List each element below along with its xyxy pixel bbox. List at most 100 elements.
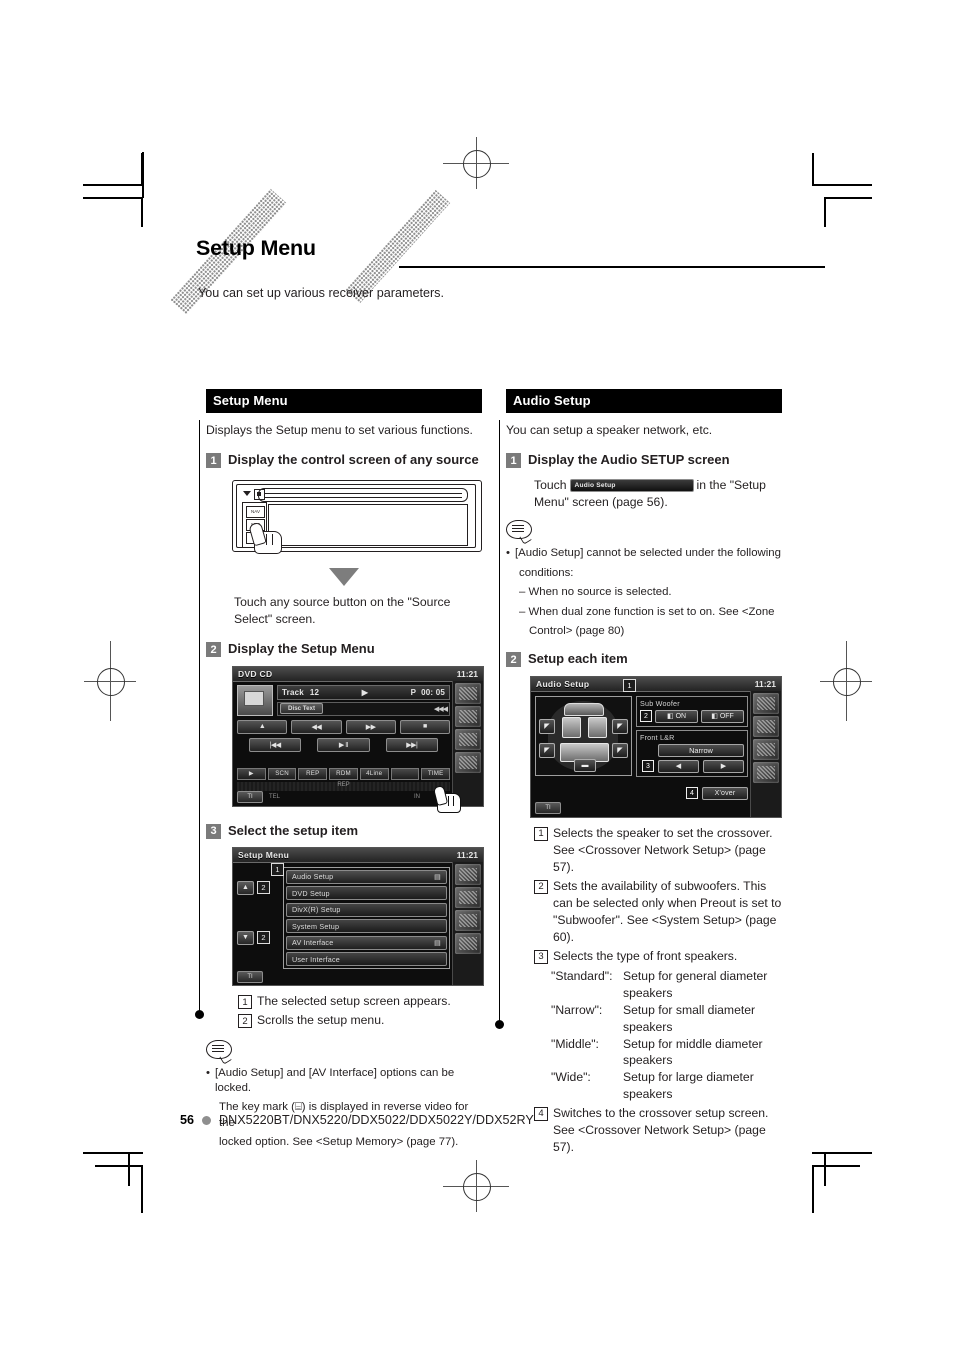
setup-item-system-setup[interactable]: System Setup [286,919,447,934]
note-text-line1: [Audio Setup] cannot be selected under t… [515,547,781,560]
callout-marker-3: 3 [642,760,654,773]
front-speaker-value: Narrow [658,743,744,757]
crop-mark-br-v2 [812,1165,814,1213]
speaker-type-name: "Standard": [551,969,613,984]
setup-item-label: Audio Setup [292,872,334,882]
subwoofer-on-button[interactable]: ◧ ON [655,709,698,723]
front-right-speaker-button[interactable]: ◤ [612,718,628,734]
ti-button[interactable]: TI [237,970,263,983]
receiver-faceplate-illustration: NAV SRC [232,478,482,556]
touch-prefix: Touch [534,477,567,492]
setup-menu-layout: ▲ 2 ▼ 2 1 Audio Setup ▤ DVD Setup DivX(R… [237,862,450,970]
footer-dot-icon [202,1115,212,1125]
callout-text: The selected setup screen appears. [257,994,451,1009]
callout-row-3: 3 Selects the type of front speakers. [534,948,782,965]
callout-text: Selects the type of front speakers. [553,949,738,964]
subwoofer-toggle-row: 2 ◧ ON ◧ OFF [640,709,744,723]
speaker-type-row: "Standard": Setup for general diameter [551,968,782,985]
dvd-status-row: REP [237,781,450,791]
setup-item-divx-setup[interactable]: DivX(R) Setup [286,902,447,917]
func-key-play[interactable]: ▶ [237,767,266,780]
disc-text-button[interactable]: Disc Text [280,703,324,715]
func-key-4line[interactable]: 4Line [359,767,389,780]
crop-mark-tr-h1 [812,184,872,186]
rear-right-speaker-button[interactable]: ◤ [612,742,628,758]
elapsed-time: 00: 05 [421,687,445,697]
audio-step-2-heading: 2 Setup each item [506,651,782,668]
registration-mark-right [820,641,872,721]
step-number: 3 [206,823,221,839]
ti-button[interactable]: TI [237,791,263,804]
xover-row: 4 X'over [636,786,748,800]
setup-item-dvd-setup[interactable]: DVD Setup [286,886,447,901]
speaker-type-desc: Setup for large diameter [623,1070,754,1085]
setup-menu-bottom-bar: TI [237,970,450,983]
rear-left-speaker-button[interactable]: ◤ [539,742,555,758]
dvd-cd-screen-mockup: DVD CD 11:21 Track 12 ▶ P 00: 05 Disc Te… [232,665,484,813]
step-label: Select the setup item [228,822,359,838]
dvd-thumbnail[interactable] [237,684,273,716]
callout-line: can be selected only when Preout is set … [553,895,782,910]
dvd-top-row: Track 12 ▶ P 00: 05 Disc Text ◀◀◀ [237,684,450,716]
audio-setup-pill-button[interactable]: Audio Setup [569,479,694,492]
flow-arrow-head [329,567,359,586]
ti-button[interactable]: TI [535,802,561,815]
track-number: 12 [309,687,320,697]
setup-item-label: DVD Setup [292,888,330,898]
faceplate-button-nav: NAV [246,505,265,518]
func-key-blank[interactable] [390,767,420,780]
func-key-random[interactable]: RDM [329,767,358,780]
callout-text: Sets the availability of subwoofers. Thi… [553,878,782,946]
speaker-type-desc: Setup for general diameter [623,969,768,984]
pointing-hand-cursor-icon [432,784,461,813]
off-label: OFF [719,712,734,720]
rewind-key[interactable]: ◀◀ [291,719,342,734]
play-pause-key[interactable]: ▶ II [317,737,370,752]
touch-mid: in the "Setup [696,477,766,492]
note-bullet: • [506,547,510,560]
eject-key[interactable]: ▲ [237,719,288,734]
dvd-spacer [237,752,450,766]
front-left-speaker-button[interactable]: ◤ [539,718,555,734]
crop-mark-tr-h2 [824,197,872,199]
crop-mark-bl-h1 [83,1152,143,1154]
note-subitem: – When no source is selected. [519,585,782,600]
setup-item-user-interface[interactable]: User Interface [286,952,447,967]
left-note-block: • [Audio Setup] and [AV Interface] optio… [206,1039,482,1151]
left-column: Setup Menu Displays the Setup menu to se… [206,389,484,1151]
crop-mark-br-h2 [812,1165,860,1167]
dvd-info: Track 12 ▶ P 00: 05 Disc Text ◀◀◀ [277,684,450,716]
setup-item-av-interface[interactable]: AV Interface ▤ [286,935,447,950]
dvd-key-row-1: ▲ ◀◀ ▶▶ ■ [237,719,450,734]
section-title-setup-menu: Setup Menu [206,389,482,413]
subwoofer-off-button[interactable]: ◧ OFF [701,709,744,723]
func-key-scan[interactable]: SCN [267,767,297,780]
next-track-key[interactable]: ▶▶| [385,737,438,752]
in-indicator: IN [414,794,420,801]
note-text-line3: locked option. See <Setup Memory> (page … [219,1136,459,1149]
audio-setup-layout: ◤ ◤ ◤ ◤ ▬ Sub Woofer 2 ◧ ON ◧ OFF Front … [535,695,748,800]
front-left-seat [562,716,581,738]
previous-track-key[interactable]: |◀◀ [249,737,302,752]
step-label: Display the control screen of any source [228,452,479,468]
fastforward-key[interactable]: ▶▶ [345,719,396,734]
front-speaker-prev-button[interactable]: ◀ [658,759,699,773]
registration-mark-bottom [443,1160,509,1212]
subwoofer-button[interactable]: ▬ [574,758,596,772]
setup-item-audio-setup[interactable]: Audio Setup ▤ [286,869,447,884]
callout-row-2: 2 Sets the availability of subwoofers. T… [534,878,782,946]
setup-menu-scroll-column: ▲ 2 ▼ 2 [237,867,283,970]
xover-button[interactable]: X'over [702,786,748,800]
scroll-up-button[interactable]: ▲ [237,880,254,895]
setup-item-label: User Interface [292,954,340,964]
page-title: Setup Menu [196,236,316,260]
screen-clock: 11:21 [754,678,776,689]
func-key-time[interactable]: TIME [421,767,451,780]
crop-mark-tl-v2 [141,197,143,227]
step-1-followup-line1: Touch any source button on the "Source S… [234,594,451,626]
scroll-down-button[interactable]: ▼ [237,930,254,945]
front-speaker-next-button[interactable]: ▶ [703,759,744,773]
stop-key[interactable]: ■ [399,719,450,734]
func-key-repeat[interactable]: REP [298,767,328,780]
section-title-audio-setup: Audio Setup [506,389,782,413]
